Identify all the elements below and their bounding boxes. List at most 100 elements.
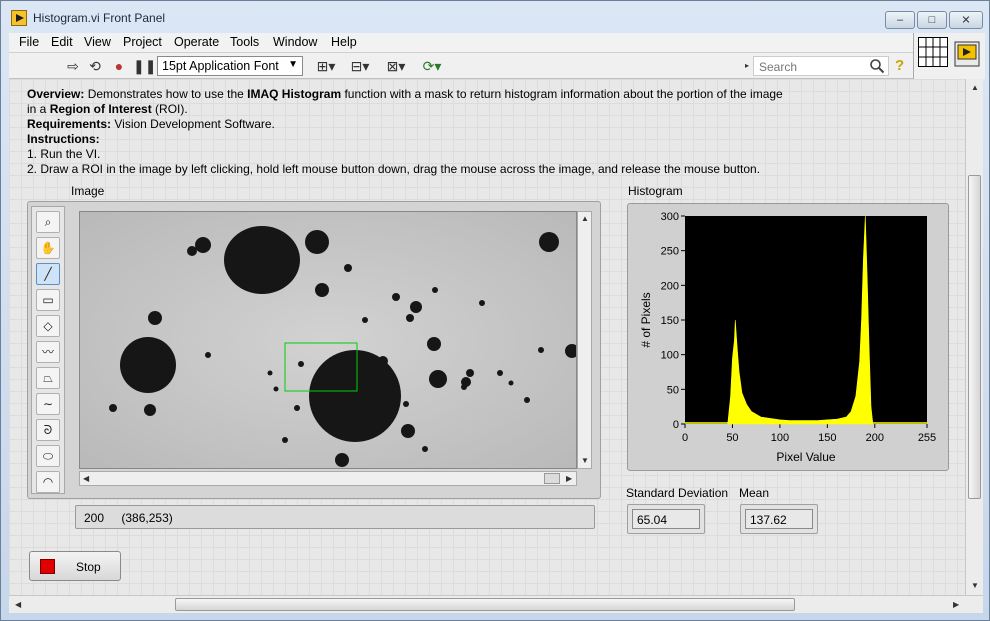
y-axis-label: # of Pixels [639, 292, 653, 347]
align-objects-icon[interactable]: ⊞▾ [313, 58, 339, 74]
stop-button[interactable]: Stop [29, 551, 121, 581]
freehand-region-tool[interactable]: ᘐ [36, 419, 60, 441]
image-vertical-scrollbar[interactable]: ▲ ▼ [577, 211, 592, 469]
polygon-icon: ⏢ [43, 371, 53, 385]
image-horizontal-scrollbar[interactable]: ◀ ▶ [79, 471, 577, 486]
menu-window[interactable]: Window [273, 35, 317, 49]
histogram-label: Histogram [628, 184, 683, 198]
toolbar: ⇨ ⟲ ● ❚❚ 15pt Application Font ▼ ⊞▾ ⊟▾ ⊠… [9, 53, 913, 79]
title-bar: Histogram.vi Front Panel – □ ✕ [1, 1, 989, 33]
oval-tool[interactable]: ⬭ [36, 445, 60, 467]
menu-file[interactable]: File [19, 35, 39, 49]
menu-help[interactable]: Help [331, 35, 357, 49]
y-tick-label: 150 [661, 315, 679, 327]
scroll-left-icon[interactable]: ◀ [83, 474, 89, 483]
requirements-line: Requirements: Vision Development Softwar… [27, 117, 275, 131]
rectangle-icon: ▭ [42, 293, 54, 307]
instructions-label: Instructions: [27, 132, 100, 146]
image-tools-palette: ⌕ ✋ ╱ ▭ ◇ 〰 ⏢ ∼ ᘐ ⬭ ◠ [31, 206, 65, 494]
scroll-right-icon[interactable]: ▶ [566, 474, 572, 483]
chevron-down-icon: ▼ [288, 59, 298, 70]
x-tick-label: 50 [726, 432, 738, 444]
y-tick-label: 0 [673, 419, 679, 431]
panel-hscroll-thumb[interactable] [175, 598, 795, 611]
magnifier-icon: ⌕ [44, 215, 52, 229]
panel-horizontal-scrollbar[interactable]: ◀ ▶ [9, 595, 983, 613]
abort-icon[interactable]: ● [111, 58, 127, 74]
panel-scroll-left-icon[interactable]: ◀ [15, 600, 21, 609]
distribute-objects-icon[interactable]: ⊟▾ [347, 58, 373, 74]
freehand-region-icon: ᘐ [43, 423, 53, 437]
scroll-up-icon[interactable]: ▲ [581, 214, 589, 223]
mean-label: Mean [739, 486, 770, 500]
annulus-icon: ◠ [42, 475, 54, 489]
x-tick-label: 100 [771, 432, 789, 444]
histogram-graph[interactable]: 0 50 100 150 200 250 300 0 50 100 150 200 255 Pixel… [627, 203, 949, 471]
menu-project[interactable]: Project [123, 35, 162, 49]
menu-tools[interactable]: Tools [230, 35, 259, 49]
polygon-tool[interactable]: ⏢ [36, 367, 60, 389]
panel-scroll-down-icon[interactable]: ▼ [971, 581, 979, 590]
menu-view[interactable]: View [84, 35, 111, 49]
polyline-tool[interactable]: 〰 [36, 341, 60, 363]
pixel-coords: (386,253) [121, 511, 173, 525]
oval-icon: ⬭ [42, 449, 54, 463]
stop-button-label: Stop [76, 560, 101, 574]
vi-icon-pane [913, 33, 985, 79]
font-select-value: 15pt Application Font [162, 59, 279, 73]
resize-objects-icon[interactable]: ⊠▾ [383, 58, 409, 74]
run-arrow-icon[interactable]: ⇨ [65, 58, 81, 74]
menu-bar: File Edit View Project Operate Tools Win… [9, 33, 913, 53]
connector-pane-icon[interactable] [918, 37, 948, 67]
x-tick-label: 255 [918, 432, 936, 444]
diamond-icon: ◇ [43, 319, 53, 333]
line-icon: ╱ [44, 267, 52, 281]
rectangle-tool[interactable]: ▭ [36, 289, 60, 311]
close-button[interactable]: ✕ [949, 11, 983, 29]
close-icon: ✕ [961, 14, 971, 27]
image-status-bar: 200 (386,253) [75, 505, 595, 529]
line-tool[interactable]: ╱ [36, 263, 60, 285]
overview-line: Overview: Demonstrates how to use the IM… [27, 87, 783, 116]
scroll-down-icon[interactable]: ▼ [581, 456, 589, 465]
labview-icon [11, 10, 27, 26]
stop-led-icon [40, 559, 55, 574]
image-display[interactable] [79, 211, 577, 469]
pause-icon[interactable]: ❚❚ [133, 58, 156, 74]
instruction-step-1: 1. Run the VI. [27, 147, 101, 161]
std-dev-indicator: 65.04 [627, 504, 705, 534]
menu-operate[interactable]: Operate [174, 35, 219, 49]
image-scroll-thumb[interactable] [544, 473, 560, 484]
panel-vscroll-thumb[interactable] [968, 175, 981, 499]
zoom-tool[interactable]: ⌕ [36, 211, 60, 233]
polyline-icon: 〰 [41, 345, 54, 359]
x-tick-label: 150 [818, 432, 836, 444]
std-dev-label: Standard Deviation [626, 486, 729, 500]
rotated-rectangle-tool[interactable]: ◇ [36, 315, 60, 337]
particle-image[interactable] [80, 212, 577, 469]
panel-scroll-up-icon[interactable]: ▲ [971, 83, 979, 92]
run-continuously-icon[interactable]: ⟲ [87, 58, 103, 74]
annulus-tool[interactable]: ◠ [36, 471, 60, 493]
y-tick-label: 200 [661, 280, 679, 292]
maximize-button[interactable]: □ [917, 11, 947, 29]
search-icon[interactable] [869, 58, 885, 74]
pixel-value: 200 [84, 511, 105, 525]
pan-tool[interactable]: ✋ [36, 237, 60, 259]
hand-icon: ✋ [40, 241, 56, 255]
vi-icon[interactable] [954, 41, 980, 67]
panel-vertical-scrollbar[interactable]: ▲ ▼ [965, 79, 983, 595]
maximize-icon: □ [928, 14, 936, 26]
minimize-button[interactable]: – [885, 11, 915, 29]
x-tick-label: 0 [682, 432, 688, 444]
y-tick-label: 250 [661, 246, 679, 258]
y-tick-label: 50 [667, 384, 679, 396]
freehand-line-tool[interactable]: ∼ [36, 393, 60, 415]
reorder-icon[interactable]: ⟳▾ [419, 58, 445, 74]
panel-scroll-right-icon[interactable]: ▶ [953, 600, 959, 609]
window-title: Histogram.vi Front Panel [33, 11, 166, 25]
y-tick-label: 100 [661, 350, 679, 362]
menu-edit[interactable]: Edit [51, 35, 73, 49]
font-select[interactable]: 15pt Application Font ▼ [157, 56, 303, 76]
help-icon[interactable]: ? [895, 57, 904, 74]
